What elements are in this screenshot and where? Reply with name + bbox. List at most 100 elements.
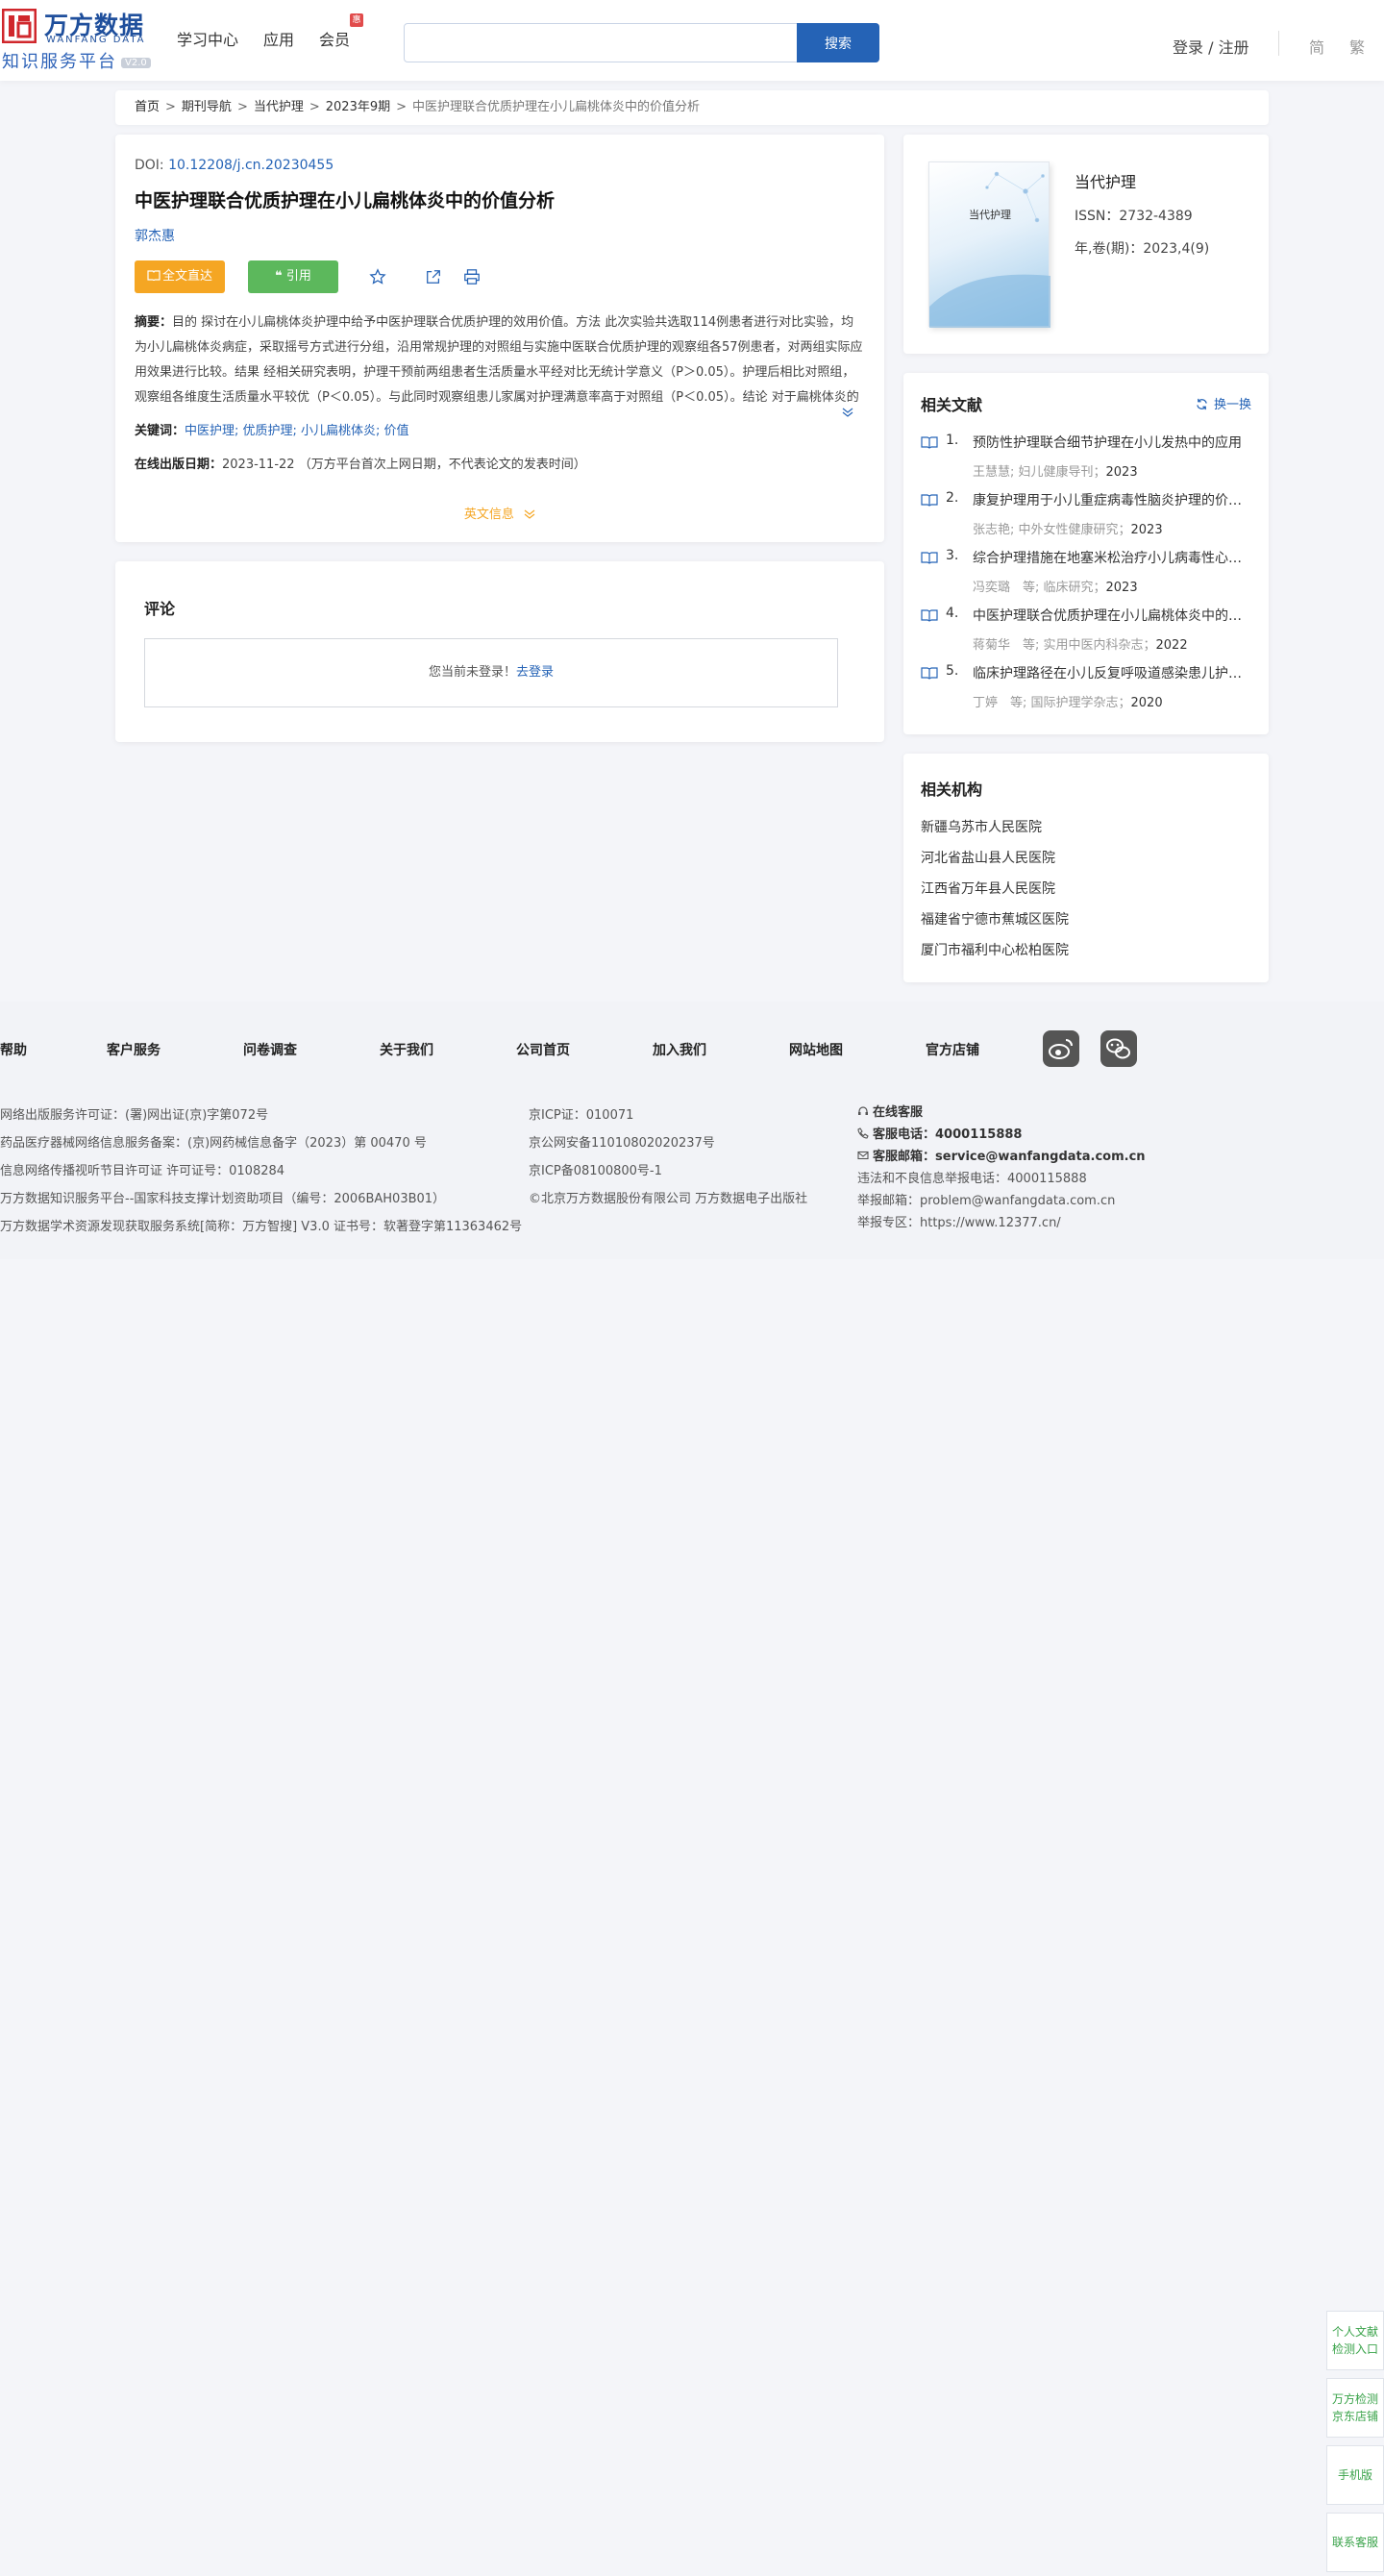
cover-network-graphic [929,171,1050,328]
footer-link-company-home[interactable]: 公司首页 [516,1040,570,1059]
icp-link[interactable]: 京ICP备08100800号-1 [529,1157,807,1185]
icp-link[interactable]: 京公网安备11010802020237号 [529,1129,807,1157]
comment-login-box: 您当前未登录！去登录 [144,638,838,707]
org-item[interactable]: 河北省盐山县人民医院 [921,848,1251,879]
refresh-button[interactable]: 换一换 [1196,394,1251,412]
side-mobile[interactable]: 手机版 [1326,2445,1384,2505]
breadcrumb: 首页 > 期刊导航 > 当代护理 >2023年9期 > 中医护理联合优质护理在小儿扁桃体炎中的… [115,90,1269,125]
footer-link-about[interactable]: 关于我们 [380,1040,433,1059]
org-item[interactable]: 厦门市福利中心松柏医院 [921,940,1251,971]
journal-issn: ISSN：2732-4389 [1075,209,1193,224]
org-item[interactable]: 新疆乌苏市人民医院 [921,817,1251,848]
nav-membership[interactable]: 会员惠 [319,13,364,50]
comments-title: 评论 [144,600,176,618]
license-line: 网络出版服务许可证：(署)网出证(京)字第072号 [0,1108,269,1123]
cite-button[interactable]: ❝ 引用 [248,260,338,293]
main-nav: 学习中心 应用 会员惠 [177,13,364,50]
journal-name-link[interactable]: 当代护理 [1075,169,1136,192]
breadcrumb-issue[interactable]: 2023年9期 [326,100,390,114]
related-doc-item[interactable]: 1. 预防性护理联合细节护理在小儿发热中的应用 王慧慧; 妇儿健康导刊；2023 [921,433,1251,490]
report-site-link[interactable]: 举报专区：https://www.12377.cn/ [857,1212,1146,1234]
side-personal-check[interactable]: 个人文献检测入口 [1326,2311,1384,2370]
headset-icon [858,1106,868,1115]
footer-link-sitemap[interactable]: 网站地图 [789,1040,843,1059]
org-item[interactable]: 江西省万年县人民医院 [921,879,1251,909]
pubdate-note: （万方平台首次上网日期，不代表论文的发表时间） [298,458,586,472]
org-item[interactable]: 福建省宁德市蕉城区医院 [921,909,1251,940]
related-doc-item[interactable]: 5. 临床护理路径在小儿反复呼吸道感染患儿护理中的应用 丁婷 等; 国际护理学杂… [921,663,1251,721]
footer-link-join-us[interactable]: 加入我们 [653,1040,706,1059]
breadcrumb-journal[interactable]: 当代护理 [254,100,304,114]
chevron-down-icon[interactable] [842,408,853,417]
footer-link-help[interactable]: 帮助 [0,1040,27,1059]
related-doc-title[interactable]: 康复护理用于小儿重症病毒性脑炎护理的价值分析 [973,490,1244,509]
comments-card: 评论 您当前未登录！去登录 [115,561,884,742]
lang-simplified-button[interactable]: 简 [1309,35,1324,58]
related-doc-title[interactable]: 中医护理联合优质护理在小儿扁桃体炎中的价值分析 [973,606,1244,625]
phone-line: 客服电话：4000115888 [857,1124,1146,1146]
footer-link-survey[interactable]: 问卷调查 [243,1040,297,1059]
footer-link-official-store[interactable]: 官方店铺 [926,1040,979,1059]
top-header: 万方数据 WANFANG DATA 知识服务平台 V2.0 学习中心 应用 会员惠… [0,0,1384,81]
breadcrumb-separator: > [309,100,320,114]
footer-icp: 京ICP证：010071 京公网安备11010802020237号 京ICP备0… [529,1102,807,1213]
related-doc-title[interactable]: 综合护理措施在地塞米松治疗小儿病毒性心肌炎中的应用 [973,548,1244,567]
related-doc-item[interactable]: 2. 康复护理用于小儿重症病毒性脑炎护理的价值分析 张志艳; 中外女性健康研究；… [921,490,1251,548]
article-actions: 全文直达 ❝ 引用 [135,260,865,293]
search-input[interactable] [405,24,797,62]
lang-traditional-button[interactable]: 繁 [1349,35,1365,58]
license-line: 信息网络传播视听节目许可证 许可证号：0108284 [0,1164,285,1178]
article-detail-card: DOI: 10.12208/j.cn.20230455 中医护理联合优质护理在小… [115,135,884,542]
nav-learning-center[interactable]: 学习中心 [177,27,238,50]
print-icon[interactable] [463,268,481,285]
related-doc-number: 4. [946,606,959,621]
go-login-link[interactable]: 去登录 [516,665,554,680]
related-doc-item[interactable]: 4. 中医护理联合优质护理在小儿扁桃体炎中的价值分析 蒋菊华 等; 实用中医内科… [921,606,1251,663]
breadcrumb-journal-nav[interactable]: 期刊导航 [182,100,232,114]
related-doc-number: 3. [946,548,959,563]
login-register-link[interactable]: 登录 / 注册 [1173,35,1249,58]
copyright-text: ©北京万方数据股份有限公司 万方数据电子出版社 [529,1192,808,1206]
doi-link[interactable]: 10.12208/j.cn.20230455 [168,158,334,173]
wanfang-logo-icon [2,9,37,43]
book-icon [921,609,938,622]
footer-link-customer-service[interactable]: 客户服务 [107,1040,161,1059]
share-icon[interactable] [425,268,442,285]
journal-cover-image[interactable]: 当代护理 [928,161,1050,328]
page-footer: 帮助 客户服务 问卷调查 关于我们 公司首页 加入我们 网站地图 官方店铺 网络… [0,1002,1384,1259]
doi-line: DOI: 10.12208/j.cn.20230455 [135,158,334,173]
abstract: 摘要：目的 探讨在小儿扁桃体炎护理中给予中医护理联合优质护理的效用价值。方法 此… [135,315,863,405]
breadcrumb-separator: > [236,100,248,114]
floating-sidebar: 个人文献检测入口 万方检测京东店铺 手机版 联系客服 [1326,2311,1384,2576]
related-docs-card: 相关文献 换一换 1. 预防性护理联合细节护理在小儿发热中的应用 王慧慧; 妇儿… [903,373,1269,734]
footer-contact: 在线客服 客服电话：4000115888 客服邮箱：service@wanfan… [857,1102,1146,1234]
keywords-links[interactable]: 中医护理; 优质护理; 小儿扁桃体炎; 价值 [185,424,409,438]
nav-apps[interactable]: 应用 [263,27,294,50]
search-button[interactable]: 搜索 [797,23,879,62]
pubdate-value: 2023-11-22 [222,458,295,472]
article-author-link[interactable]: 郭杰惠 [135,226,865,245]
journal-info-card: 当代护理 当代护理 ISSN：2732-4389 年,卷(期)：2023,4(9… [903,135,1269,354]
wanfang-logo[interactable]: 万方数据 WANFANG DATA 知识服务平台 V2.0 [2,9,151,72]
breadcrumb-separator: > [165,100,176,114]
phone-icon [857,1127,869,1139]
license-line: 万方数据学术资源发现获取服务系统[简称：万方智搜] V3.0 证书号：软著登字第… [0,1220,523,1234]
weibo-icon[interactable] [1043,1030,1079,1067]
full-text-button[interactable]: 全文直达 [135,260,225,293]
related-orgs-list: 新疆乌苏市人民医院 河北省盐山县人民医院 江西省万年县人民医院 福建省宁德市蕉城… [921,817,1251,971]
journal-issue: 年,卷(期)：2023,4(9) [1075,241,1210,257]
article-title: 中医护理联合优质护理在小儿扁桃体炎中的价值分析 [135,190,556,211]
related-doc-meta: 蒋菊华 等; 实用中医内科杂志；2022 [973,638,1188,653]
english-info-toggle[interactable]: 英文信息 [115,504,884,522]
breadcrumb-home[interactable]: 首页 [135,100,160,114]
online-service-link[interactable]: 在线客服 [857,1102,1146,1124]
related-doc-title[interactable]: 临床护理路径在小儿反复呼吸道感染患儿护理中的应用 [973,663,1244,682]
side-jd-store[interactable]: 万方检测京东店铺 [1326,2378,1384,2438]
star-icon[interactable] [369,268,386,285]
related-doc-title[interactable]: 预防性护理联合细节护理在小儿发热中的应用 [973,433,1244,452]
wechat-icon[interactable] [1100,1030,1137,1067]
icp-link[interactable]: 京ICP证：010071 [529,1102,807,1129]
report-email: 举报邮箱：problem@wanfangdata.com.cn [857,1194,1116,1208]
related-doc-item[interactable]: 3. 综合护理措施在地塞米松治疗小儿病毒性心肌炎中的应用 冯奕璐 等; 临床研究… [921,548,1251,606]
side-contact-service[interactable]: 联系客服 [1326,2513,1384,2572]
